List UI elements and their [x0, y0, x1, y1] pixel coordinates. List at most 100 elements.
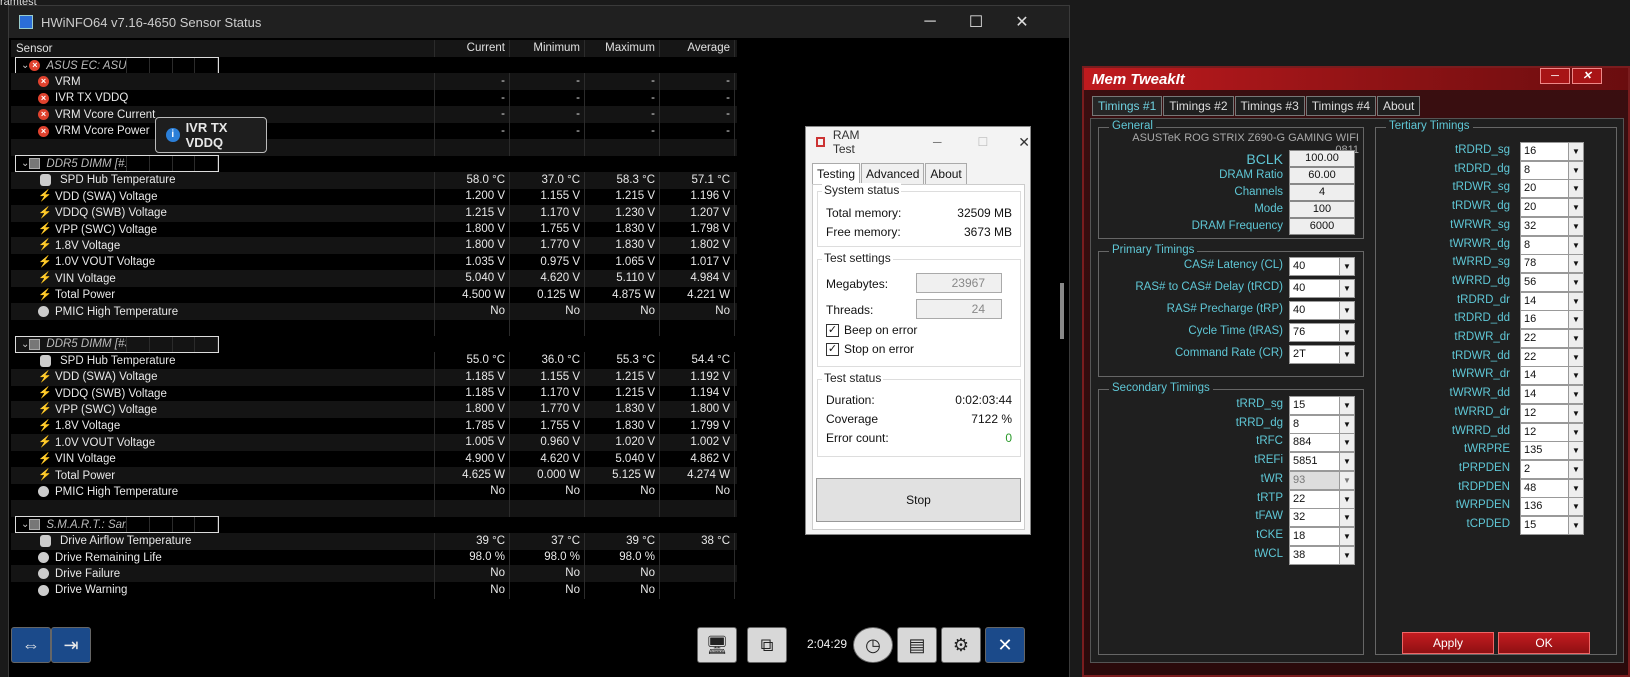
sensor-row[interactable]: ⚡ VIN Voltage 5.040 V 4.620 V 5.110 V 4.984 V: [11, 270, 737, 288]
sensor-row[interactable]: ⚡ VDDQ (SWB) Voltage 1.185 V 1.170 V 1.215 V…: [11, 385, 737, 402]
dropdown-arrow-icon[interactable]: ▼: [1568, 330, 1583, 347]
dropdown-arrow-icon[interactable]: ▼: [1568, 348, 1583, 366]
dropdown-arrow-icon[interactable]: ▼: [1339, 546, 1354, 564]
timing-dropdown[interactable]: 22 ▼: [1520, 347, 1584, 367]
timing-dropdown[interactable]: 32 ▼: [1289, 508, 1355, 528]
sensor-row[interactable]: ⚡ VPP (SWC) Voltage 1.800 V 1.755 V 1.830 V1…: [11, 221, 737, 238]
ok-button[interactable]: OK: [1498, 632, 1590, 654]
clock-reset-icon[interactable]: ◷: [853, 627, 893, 663]
sensor-row[interactable]: × IVR TX VDDQ - - - -: [11, 89, 737, 107]
timing-dropdown[interactable]: 40 ▼: [1289, 301, 1355, 320]
sensor-group-row[interactable]: ⌄ S.M.A.R.T.: Samsung SSD 850 EVO 1TB (S2…: [15, 516, 219, 534]
sensor-row[interactable]: ⚡ VDDQ (SWB) Voltage 1.215 V 1.170 V 1.230 V…: [11, 204, 737, 222]
timing-dropdown[interactable]: 16 ▼: [1520, 142, 1584, 161]
timing-dropdown[interactable]: 16 ▼: [1520, 310, 1584, 330]
dropdown-arrow-icon[interactable]: ▼: [1568, 311, 1583, 329]
col-sensor[interactable]: Sensor: [11, 40, 435, 57]
timing-dropdown[interactable]: 93 ▼: [1289, 470, 1355, 490]
sensor-group-row[interactable]: ⌄ DDR5 DIMM [#1] (BANK 0/Controller1-DIMM…: [15, 155, 219, 173]
scrollbar-thumb[interactable]: [1060, 283, 1064, 339]
sensor-row[interactable]: × VRM Vcore Current - - - -: [11, 106, 737, 124]
timing-dropdown[interactable]: 20 ▼: [1520, 179, 1584, 199]
col-current[interactable]: Current: [435, 40, 510, 57]
sensor-row[interactable]: ⚡ VIN Voltage 4.900 V 4.620 V 5.040 V 4.862 V: [11, 450, 737, 468]
dropdown-arrow-icon[interactable]: ▼: [1339, 346, 1354, 363]
dropdown-arrow-icon[interactable]: ▼: [1568, 143, 1583, 160]
sensor-row[interactable]: SPD Hub Temperature 55.0 °C 36.0 °C 55.3 °C…: [11, 352, 737, 370]
collapse-arrows-icon[interactable]: ⇥: [51, 627, 91, 663]
timing-dropdown[interactable]: 884 ▼: [1289, 433, 1355, 453]
col-minimum[interactable]: Minimum: [510, 40, 585, 57]
chevron-down-icon[interactable]: ⌄: [21, 519, 29, 530]
timing-dropdown[interactable]: 12 ▼: [1520, 403, 1584, 423]
dropdown-arrow-icon[interactable]: ▼: [1568, 498, 1583, 516]
timing-dropdown[interactable]: 48 ▼: [1520, 478, 1584, 498]
mt-close-button[interactable]: ✕: [1572, 68, 1602, 84]
timing-dropdown[interactable]: 18 ▼: [1289, 526, 1355, 546]
dropdown-arrow-icon[interactable]: ▼: [1339, 527, 1354, 545]
dropdown-arrow-icon[interactable]: ▼: [1568, 292, 1583, 310]
sensor-row[interactable]: Drive Failure No No No: [11, 565, 737, 583]
log-file-icon[interactable]: ▤: [897, 627, 937, 663]
dropdown-arrow-icon[interactable]: ▼: [1568, 255, 1583, 273]
timing-dropdown[interactable]: 38 ▼: [1289, 545, 1355, 565]
timing-dropdown[interactable]: 32 ▼: [1520, 216, 1584, 236]
beep-on-error-checkbox[interactable]: ✓ Beep on error: [826, 323, 917, 337]
timing-dropdown[interactable]: 40 ▼: [1289, 257, 1355, 276]
timing-dropdown[interactable]: 8 ▼: [1520, 160, 1584, 180]
dropdown-arrow-icon[interactable]: ▼: [1568, 517, 1583, 534]
dropdown-arrow-icon[interactable]: ▼: [1568, 236, 1583, 254]
tab-timings-3[interactable]: Timings #3: [1234, 96, 1305, 116]
close-sensors-icon[interactable]: ✕: [985, 627, 1025, 663]
sensor-group-row[interactable]: ⌄ DDR5 DIMM [#3]: [15, 335, 219, 353]
sensor-row[interactable]: ⚡ 1.8V Voltage 1.800 V 1.770 V 1.830 V 1.802 …: [11, 237, 737, 255]
tab-advanced[interactable]: Advanced: [861, 163, 925, 185]
dropdown-arrow-icon[interactable]: ▼: [1339, 324, 1354, 341]
ramtest-minimize-button[interactable]: ─: [933, 135, 942, 149]
stop-button[interactable]: Stop: [816, 478, 1021, 522]
timing-dropdown[interactable]: 22 ▼: [1520, 329, 1584, 348]
dropdown-arrow-icon[interactable]: ▼: [1568, 404, 1583, 422]
dropdown-arrow-icon[interactable]: ▼: [1339, 302, 1354, 319]
mt-minimize-button[interactable]: ─: [1540, 68, 1570, 84]
close-button[interactable]: ✕: [999, 6, 1045, 38]
timing-dropdown[interactable]: 5851 ▼: [1289, 452, 1355, 472]
sensor-group-row[interactable]: ⌄ × ASUS EC: ASUS: [15, 57, 219, 74]
dropdown-arrow-icon[interactable]: ▼: [1339, 453, 1354, 471]
sensor-row[interactable]: SPD Hub Temperature 58.0 °C 37.0 °C 58.3 °C…: [11, 171, 737, 189]
timing-dropdown[interactable]: 8 ▼: [1289, 414, 1355, 434]
timing-dropdown[interactable]: 14 ▼: [1520, 385, 1584, 405]
dropdown-arrow-icon[interactable]: ▼: [1339, 509, 1354, 527]
dropdown-arrow-icon[interactable]: ▼: [1339, 397, 1354, 414]
tab-timings-1[interactable]: Timings #1: [1092, 96, 1163, 116]
dropdown-arrow-icon[interactable]: ▼: [1339, 490, 1354, 508]
dropdown-arrow-icon[interactable]: ▼: [1568, 386, 1583, 404]
sensor-row[interactable]: ⚡ VDD (SWA) Voltage 1.185 V 1.155 V 1.215 V1…: [11, 368, 737, 386]
timing-dropdown[interactable]: 14 ▼: [1520, 291, 1584, 311]
sensor-row[interactable]: ⚡ Total Power 4.625 W 0.000 W 5.125 W 4.274 W: [11, 467, 737, 484]
dropdown-arrow-icon[interactable]: ▼: [1568, 217, 1583, 235]
megabytes-stepper[interactable]: 23967: [916, 273, 1002, 293]
tab-about[interactable]: About: [925, 163, 967, 185]
stop-on-error-checkbox[interactable]: ✓ Stop on error: [826, 342, 914, 356]
tab-timings-2[interactable]: Timings #2: [1163, 96, 1234, 116]
sensor-row[interactable]: ⚡ VDD (SWA) Voltage 1.200 V 1.155 V 1.215 V1…: [11, 188, 737, 206]
sensor-row[interactable]: ⚡ 1.0V VOUT Voltage 1.005 V 0.960 V 1.020 V1…: [11, 434, 737, 452]
col-average[interactable]: Average: [660, 40, 735, 57]
dropdown-arrow-icon[interactable]: ▼: [1339, 258, 1354, 275]
ramtest-maximize-button[interactable]: ☐: [978, 135, 989, 149]
expand-arrows-icon[interactable]: ⇔: [11, 627, 51, 663]
sensor-row[interactable]: Drive Airflow Temperature 39 °C 37 °C 39 °C…: [11, 532, 737, 550]
minimize-button[interactable]: ─: [907, 6, 953, 38]
timing-dropdown[interactable]: 2 ▼: [1520, 459, 1584, 479]
dropdown-arrow-icon[interactable]: ▼: [1339, 415, 1354, 433]
sensor-row[interactable]: PMIC High Temperature No No No No: [11, 483, 737, 501]
sensor-row[interactable]: ⚡ 1.0V VOUT Voltage 1.035 V 0.975 V 1.065 V1…: [11, 253, 737, 271]
timing-dropdown[interactable]: 14 ▼: [1520, 366, 1584, 386]
chevron-down-icon[interactable]: ⌄: [21, 339, 29, 350]
timing-dropdown[interactable]: 8 ▼: [1520, 235, 1584, 255]
col-maximum[interactable]: Maximum: [585, 40, 660, 57]
dropdown-arrow-icon[interactable]: ▼: [1568, 273, 1583, 291]
dropdown-arrow-icon[interactable]: ▼: [1568, 479, 1583, 497]
timing-dropdown[interactable]: 15 ▼: [1520, 516, 1584, 535]
